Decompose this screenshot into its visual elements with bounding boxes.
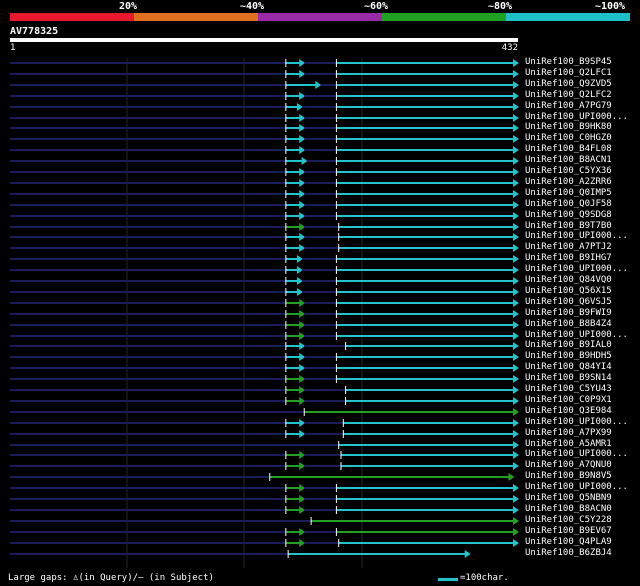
hit-label-link[interactable]: UniRef100_Q2LFC2 xyxy=(525,90,612,101)
hit-label-link[interactable]: UniRef100_Q0IMP5 xyxy=(525,188,612,199)
hit-label-link[interactable]: UniRef100_A7QNU0 xyxy=(525,460,612,471)
hit-label-link[interactable]: UniRef100_UPI000... xyxy=(525,417,628,428)
hit-label-link[interactable]: UniRef100_Q84VQ0 xyxy=(525,275,612,286)
hit-label-link[interactable]: UniRef100_C0HGZ0 xyxy=(525,133,612,144)
scale-key-bar xyxy=(438,578,458,581)
hit-label-link[interactable]: UniRef100_A7PTJ2 xyxy=(525,242,612,253)
hit-label-link[interactable]: UniRef100_UPI000... xyxy=(525,449,628,460)
hit-label-link[interactable]: UniRef100_B9SP45 xyxy=(525,57,612,68)
hit-label-link[interactable]: UniRef100_A2ZRR6 xyxy=(525,177,612,188)
hit-labels: UniRef100_B9SP45 UniRef100_Q2LFC1 UniRef10… xyxy=(0,0,640,586)
hit-label-link[interactable]: UniRef100_Q84YI4 xyxy=(525,362,612,373)
hit-label-link[interactable]: UniRef100_UPI000... xyxy=(525,482,628,493)
hit-label-link[interactable]: UniRef100_A7PX99 xyxy=(525,428,612,439)
scale-key-label: =100char. xyxy=(460,573,509,583)
hit-label-link[interactable]: UniRef100_Q56X15 xyxy=(525,286,612,297)
hit-label-link[interactable]: UniRef100_B8ACN0 xyxy=(525,504,612,515)
hit-label-link[interactable]: UniRef100_B9SN14 xyxy=(525,373,612,384)
hit-label-link[interactable]: UniRef100_A7PG79 xyxy=(525,101,612,112)
hit-label-link[interactable]: UniRef100_B9HDH5 xyxy=(525,351,612,362)
hit-label-link[interactable]: UniRef100_B9IHG7 xyxy=(525,253,612,264)
hit-label-link[interactable]: UniRef100_C5YX36 xyxy=(525,166,612,177)
hit-label-link[interactable]: UniRef100_B9HK80 xyxy=(525,122,612,133)
hit-label-link[interactable]: UniRef100_Q0JF58 xyxy=(525,199,612,210)
hit-label-link[interactable]: UniRef100_C5YU43 xyxy=(525,384,612,395)
hit-label-link[interactable]: UniRef100_C5Y228 xyxy=(525,515,612,526)
hit-label-link[interactable]: UniRef100_B9FWI9 xyxy=(525,308,612,319)
hit-label-link[interactable]: UniRef100_UPI000... xyxy=(525,231,628,242)
hit-label-link[interactable]: UniRef100_B8B4Z4 xyxy=(525,319,612,330)
hit-label-link[interactable]: UniRef100_Q5NBN9 xyxy=(525,493,612,504)
hit-label-link[interactable]: UniRef100_B9N8V5 xyxy=(525,471,612,482)
hit-label-link[interactable]: UniRef100_B9EV67 xyxy=(525,526,612,537)
hit-label-link[interactable]: UniRef100_B9IAL0 xyxy=(525,340,612,351)
hit-label-link[interactable]: UniRef100_Q2LFC1 xyxy=(525,68,612,79)
hit-label-link[interactable]: UniRef100_Q9ZVD5 xyxy=(525,79,612,90)
hit-label-link[interactable]: UniRef100_Q4PLA9 xyxy=(525,537,612,548)
hit-label-link[interactable]: UniRef100_Q3E984 xyxy=(525,406,612,417)
hit-label-link[interactable]: UniRef100_C0P9X1 xyxy=(525,395,612,406)
hit-label-link[interactable]: UniRef100_B4FL08 xyxy=(525,144,612,155)
hit-label-link[interactable]: UniRef100_UPI000... xyxy=(525,264,628,275)
hit-label-link[interactable]: UniRef100_B8ACN1 xyxy=(525,155,612,166)
hit-label-link[interactable]: UniRef100_B6ZBJ4 xyxy=(525,548,612,559)
hit-label-link[interactable]: UniRef100_Q6VSJ5 xyxy=(525,297,612,308)
gaps-legend-text: Large gaps: ♙(in Query)/— (in Subject) xyxy=(8,573,214,583)
hit-label-link[interactable]: UniRef100_Q9SDG8 xyxy=(525,210,612,221)
